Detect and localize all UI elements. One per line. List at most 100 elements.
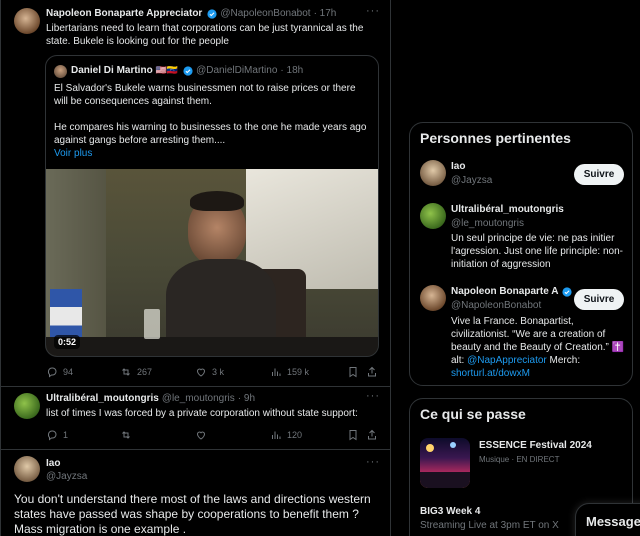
quoted-time: · 18h <box>280 65 304 76</box>
flags: 🇺🇸🇻🇪 <box>155 65 179 75</box>
avatar[interactable] <box>14 456 40 482</box>
person-bio: Vive la France. Bonapartist, civilizatio… <box>451 315 629 380</box>
views-button[interactable]: 159 k <box>270 366 309 378</box>
person-handle[interactable]: @NapoleonBonabot <box>451 300 541 311</box>
quoted-text-1: El Salvador's Bukele warns businessmen n… <box>54 83 356 107</box>
timeline-right-border <box>390 0 391 536</box>
repost-icon <box>122 431 130 439</box>
trend-meta: Streaming Live at 3pm ET on X <box>420 520 559 531</box>
crowd <box>420 472 470 488</box>
author-handle[interactable]: @NapoleonBonabot <box>220 8 310 19</box>
stage-light <box>426 444 434 452</box>
repost-button[interactable]: 267 <box>120 366 152 378</box>
like-button[interactable]: 3 k <box>195 366 224 378</box>
reply-count: 1 <box>63 430 69 440</box>
see-more-link[interactable]: Voir plus <box>54 147 92 160</box>
views-icon <box>272 431 281 439</box>
tweet-header: Ultralibéral_moutongris @le_moutongris ·… <box>46 393 255 404</box>
person-name[interactable]: Napoleon Bonaparte A <box>451 286 558 297</box>
follow-button[interactable]: Suivre <box>574 289 624 310</box>
reply-icon <box>47 367 57 378</box>
divider <box>0 386 390 387</box>
repost-count: 267 <box>137 367 153 377</box>
trend-title[interactable]: ESSENCE Festival 2024 <box>479 440 592 451</box>
quoted-text-2: He compares his warning to businesses to… <box>54 122 367 146</box>
repost-icon <box>122 368 130 376</box>
person-header: Napoleon Bonaparte A <box>451 286 573 297</box>
person-handle[interactable]: @Jayzsa <box>451 175 492 186</box>
quoted-author-name: Daniel Di Martino <box>71 65 153 76</box>
bookmark-button[interactable] <box>347 366 359 378</box>
avatar[interactable] <box>14 393 40 419</box>
video-desk <box>46 337 378 356</box>
tweet-time[interactable]: · 17h <box>314 8 337 19</box>
stage-light <box>450 442 456 448</box>
tweet-text: list of times I was forced by a private … <box>46 408 358 419</box>
repost-button[interactable] <box>120 429 137 441</box>
trend-title[interactable]: BIG3 Week 4 <box>420 506 480 517</box>
messages-label[interactable]: Message <box>586 514 640 529</box>
more-options-icon[interactable]: ··· <box>366 456 380 468</box>
tweet-header: Napoleon Bonaparte Appreciator @Napoleon… <box>46 8 336 19</box>
avatar[interactable] <box>420 285 446 311</box>
tweet-text: You don't understand there most of the l… <box>14 492 371 536</box>
person-bio: Un seul principe de vie: ne pas initier … <box>451 233 624 270</box>
reply-count: 94 <box>63 367 74 377</box>
person-name[interactable]: Ultralibéral_moutongris <box>451 204 564 215</box>
quoted-avatar <box>54 65 67 78</box>
more-options-icon[interactable]: ··· <box>366 390 380 402</box>
views-icon <box>272 368 281 376</box>
avatar[interactable] <box>420 203 446 229</box>
divider <box>0 449 390 450</box>
avatar[interactable] <box>420 160 446 186</box>
bio-mention-link[interactable]: @NapAppreciator <box>467 355 547 366</box>
follow-button[interactable]: Suivre <box>574 164 624 185</box>
share-icon <box>368 366 376 377</box>
quoted-header: Daniel Di Martino 🇺🇸🇻🇪 @DanielDiMartino … <box>71 65 303 76</box>
author-handle[interactable]: @Jayzsa <box>46 471 87 482</box>
person-name[interactable]: Iao <box>451 161 465 172</box>
tweet-time[interactable]: · 9h <box>238 393 255 404</box>
trend-thumbnail[interactable] <box>420 438 470 488</box>
heart-icon <box>196 431 206 440</box>
video-player[interactable]: 0:52 <box>46 169 378 356</box>
person-handle[interactable]: @le_moutongris <box>451 218 524 229</box>
bookmark-button[interactable] <box>347 429 359 441</box>
author-handle[interactable]: @le_moutongris <box>162 393 235 404</box>
video-duration: 0:52 <box>54 335 81 349</box>
panel-title: Ce qui se passe <box>420 406 526 422</box>
timeline-left-border <box>0 0 1 536</box>
bio-tail: Merch: <box>546 355 581 366</box>
bookmark-icon <box>349 367 357 378</box>
verified-badge-icon <box>183 65 193 76</box>
bio-url-link[interactable]: shorturl.at/dowxM <box>451 368 530 379</box>
more-options-icon[interactable]: ··· <box>366 5 380 17</box>
tweet-text: Libertarians need to learn that corporat… <box>46 23 364 47</box>
video-glass <box>144 309 160 339</box>
author-name[interactable]: Napoleon Bonaparte Appreciator <box>46 8 202 19</box>
trend-meta: Musique · EN DIRECT <box>479 455 560 464</box>
reply-button[interactable]: 1 <box>46 429 68 441</box>
views-count: 120 <box>287 430 303 440</box>
video-body <box>166 259 276 349</box>
avatar[interactable] <box>14 8 40 34</box>
panel-title: Personnes pertinentes <box>420 130 571 146</box>
messages-drawer[interactable]: Message <box>575 503 640 536</box>
verified-badge-icon <box>207 8 217 19</box>
views-button[interactable]: 120 <box>270 429 302 441</box>
share-button[interactable] <box>366 429 378 441</box>
views-count: 159 k <box>287 367 310 377</box>
quoted-handle: @DanielDiMartino <box>196 65 278 76</box>
verified-badge-icon <box>562 286 573 297</box>
heart-icon <box>196 368 206 377</box>
reply-button[interactable]: 94 <box>46 366 73 378</box>
bookmark-icon <box>349 430 357 441</box>
share-icon <box>368 429 376 440</box>
like-count: 3 k <box>212 367 225 377</box>
reply-icon <box>47 430 57 441</box>
author-name[interactable]: Ultralibéral_moutongris <box>46 393 159 404</box>
author-name[interactable]: Iao <box>46 458 60 469</box>
video-hair <box>190 191 244 211</box>
share-button[interactable] <box>366 366 378 378</box>
like-button[interactable] <box>195 429 212 441</box>
